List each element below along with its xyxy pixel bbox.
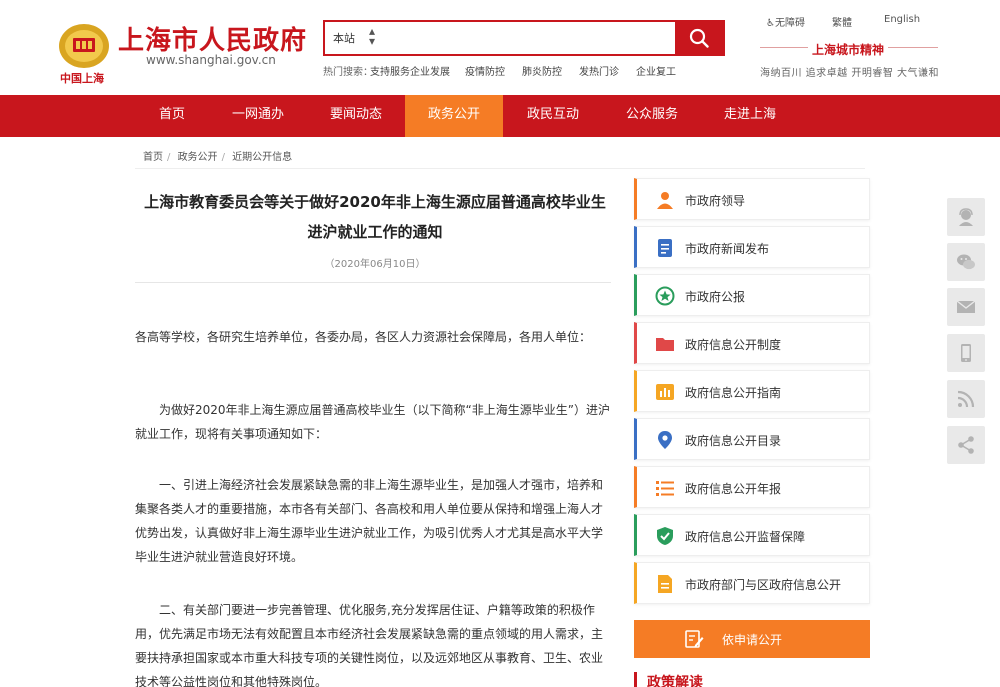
- float-share-button[interactable]: [947, 426, 985, 464]
- hot-search-item[interactable]: 支持服务企业发展: [370, 63, 450, 78]
- search-button[interactable]: [675, 20, 725, 56]
- policy-interpretation-label: 政策解读: [647, 675, 703, 687]
- breadcrumb-item[interactable]: 政务公开: [178, 152, 218, 163]
- logo-subtitle: 中国上海: [60, 72, 104, 85]
- sidebar-item-disclosure-catalog[interactable]: 政府信息公开目录: [634, 418, 870, 460]
- city-spirit-title: 上海城市精神: [808, 41, 889, 58]
- search-input[interactable]: [385, 26, 675, 50]
- edit-form-icon: [685, 630, 704, 648]
- article-title: 上海市教育委员会等关于做好2020年非上海生源应届普通高校毕业生进沪就业工作的通…: [144, 193, 606, 241]
- apply-disclosure-button[interactable]: 依申请公开: [634, 620, 870, 658]
- hot-search-item[interactable]: 疫情防控: [465, 63, 505, 78]
- divider: [135, 168, 865, 169]
- customer-service-icon: [959, 208, 973, 226]
- nav-item-gov-affairs[interactable]: 政务公开: [405, 95, 503, 137]
- city-spirit-text: 海纳百川 追求卓越 开明睿智 大气谦和: [760, 68, 940, 79]
- site-header: 中国上海 上海市人民政府 www.shanghai.gov.cn 本站 ▴ ▾ 热…: [0, 0, 1000, 95]
- breadcrumb-separator: /: [221, 152, 225, 163]
- float-wechat-button[interactable]: [947, 243, 985, 281]
- hot-search-label: 热门搜索：: [323, 67, 373, 78]
- sidebar-item-disclosure-guide[interactable]: 政府信息公开指南: [634, 370, 870, 412]
- nav-item-one-stop[interactable]: 一网通办: [220, 95, 296, 137]
- sidebar-item-annual-report[interactable]: 政府信息公开年报: [634, 466, 870, 508]
- leader-icon: [657, 192, 673, 209]
- sidebar-item-label: 政府信息公开目录: [685, 434, 782, 448]
- nav-item-public-service[interactable]: 公众服务: [612, 95, 692, 137]
- search-scope-select[interactable]: 本站: [333, 30, 355, 46]
- search-icon: [689, 28, 709, 48]
- article-paragraph: 一、引进上海经济社会发展紧缺急需的非上海生源毕业生，是加强人才强市，培养和集聚各…: [135, 478, 604, 564]
- article-paragraph: 二、有关部门要进一步完善管理、优化服务,充分发挥居住证、户籍等政策的积极作用，优…: [135, 603, 604, 687]
- nav-item-news[interactable]: 要闻动态: [316, 95, 396, 137]
- breadcrumb-item[interactable]: 近期公开信息: [232, 152, 292, 163]
- share-icon: [958, 436, 974, 454]
- sidebar-item-label: 政府信息公开年报: [685, 482, 782, 496]
- article-date: （2020年06月10日）: [324, 259, 426, 270]
- scope-updown-icon[interactable]: ▴ ▾: [369, 25, 375, 47]
- accessibility-icon: ♿: [766, 18, 775, 29]
- traditional-chinese-link[interactable]: 繁體: [832, 14, 852, 29]
- sidebar-item-label: 市政府公报: [685, 290, 746, 304]
- nav-item-home[interactable]: 首页: [138, 95, 206, 137]
- site-title[interactable]: 上海市人民政府: [118, 20, 307, 57]
- float-mobile-button[interactable]: [947, 334, 985, 372]
- breadcrumb-separator: /: [167, 152, 171, 163]
- location-pin-icon: [658, 431, 672, 449]
- sidebar-item-label: 政府信息公开制度: [685, 338, 782, 352]
- apply-disclosure-label: 依申请公开: [722, 633, 783, 647]
- english-link[interactable]: English: [884, 14, 920, 25]
- news-icon: [658, 239, 672, 257]
- sidebar-item-gazette[interactable]: 市政府公报: [634, 274, 870, 316]
- sidebar-item-disclosure-system[interactable]: 政府信息公开制度: [634, 322, 870, 364]
- sidebar-item-leaders[interactable]: 市政府领导: [634, 178, 870, 220]
- mail-icon: [956, 300, 976, 313]
- float-rss-button[interactable]: [947, 380, 985, 418]
- divider: [135, 282, 611, 283]
- sidebar-item-dept-district[interactable]: 市政府部门与区政府信息公开: [634, 562, 870, 604]
- mobile-icon: [961, 344, 971, 362]
- guide-chart-icon: [656, 384, 674, 400]
- article-paragraph: 为做好2020年非上海生源应届普通高校毕业生（以下简称“非上海生源毕业生”）进沪…: [135, 403, 610, 441]
- nav-item-interaction[interactable]: 政民互动: [513, 95, 593, 137]
- float-mail-button[interactable]: [947, 288, 985, 326]
- sidebar-item-label: 政府信息公开指南: [685, 386, 782, 400]
- hot-search-item[interactable]: 发热门诊: [579, 63, 619, 78]
- policy-interpretation-heading: 政策解读: [634, 672, 870, 687]
- wechat-icon: [957, 254, 975, 270]
- site-url: www.shanghai.gov.cn: [146, 53, 276, 67]
- float-customer-service-button[interactable]: [947, 198, 985, 236]
- hot-search-item[interactable]: 企业复工: [636, 63, 676, 78]
- list-icon: [656, 481, 674, 496]
- main-nav: 首页 一网通办 要闻动态 政务公开 政民互动 公众服务 走进上海: [0, 95, 1000, 137]
- nav-item-about-shanghai[interactable]: 走进上海: [710, 95, 790, 137]
- gazette-star-icon: [655, 286, 675, 306]
- sidebar-item-label: 政府信息公开监督保障: [685, 530, 806, 544]
- folder-icon: [656, 338, 674, 351]
- shield-icon: [657, 527, 673, 545]
- sidebar-item-label: 市政府新闻发布: [685, 242, 770, 256]
- breadcrumb-item[interactable]: 首页: [143, 152, 163, 163]
- search-box: 本站 ▴ ▾: [323, 20, 725, 56]
- sidebar-item-label: 市政府领导: [685, 194, 746, 208]
- document-icon: [658, 575, 672, 593]
- accessibility-label: 无障碍: [774, 18, 805, 29]
- article-paragraph: 各高等学校，各研究生培养单位，各委办局，各区人力资源社会保障局，各用人单位：: [135, 330, 592, 344]
- sidebar-item-label: 市政府部门与区政府信息公开: [685, 578, 842, 592]
- accessibility-link[interactable]: ♿无障碍: [766, 14, 805, 29]
- sidebar-item-news-release[interactable]: 市政府新闻发布: [634, 226, 870, 268]
- shanghai-emblem-icon[interactable]: [58, 22, 110, 70]
- sidebar-item-supervision[interactable]: 政府信息公开监督保障: [634, 514, 870, 556]
- hot-search-item[interactable]: 肺炎防控: [522, 63, 562, 78]
- breadcrumb: 首页 / 政务公开 / 近期公开信息: [143, 148, 296, 163]
- rss-icon: [957, 390, 975, 408]
